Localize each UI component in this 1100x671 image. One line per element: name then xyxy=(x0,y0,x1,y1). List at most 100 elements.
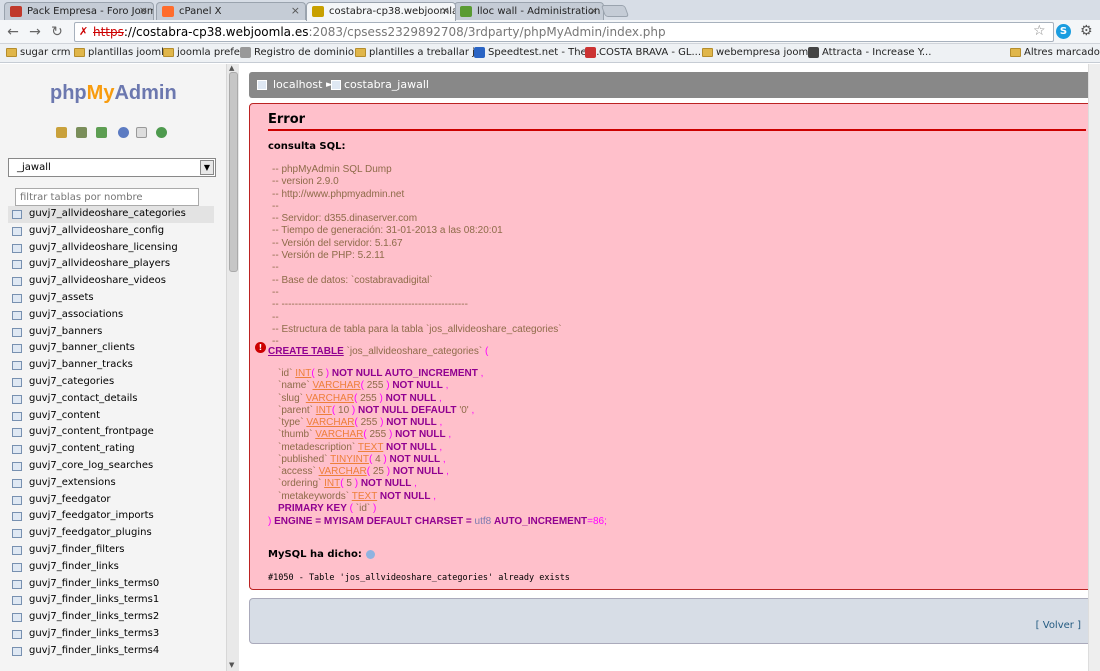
close-icon[interactable]: × xyxy=(139,4,148,17)
table-list-item[interactable]: guvj7_allvideoshare_players xyxy=(8,256,214,273)
back-link[interactable]: Volver xyxy=(1043,620,1074,631)
table-icon[interactable] xyxy=(12,579,22,589)
table-icon[interactable] xyxy=(12,327,22,337)
table-list-item[interactable]: guvj7_feedgator xyxy=(8,492,214,509)
browser-tab[interactable]: lloc wall - Administration × xyxy=(454,2,604,20)
table-list-item[interactable]: guvj7_content xyxy=(8,408,214,425)
table-icon[interactable] xyxy=(12,495,22,505)
table-icon[interactable] xyxy=(12,226,22,236)
bookmark-item[interactable]: COSTA BRAVA - GL... xyxy=(585,47,701,58)
scroll-down-icon[interactable]: ▼ xyxy=(229,661,234,669)
table-list-item[interactable]: guvj7_allvideoshare_categories xyxy=(8,206,214,223)
table-icon[interactable] xyxy=(12,411,22,421)
bookmark-item[interactable]: Registro de dominio... xyxy=(240,47,363,58)
table-icon[interactable] xyxy=(12,344,22,354)
exit-icon[interactable] xyxy=(76,127,87,138)
column-type-link[interactable]: VARCHAR xyxy=(312,380,360,391)
bookmark-item[interactable]: plantillas joomla xyxy=(74,47,170,58)
column-type-link[interactable]: TEXT xyxy=(352,491,377,502)
table-list-item[interactable]: guvj7_allvideoshare_licensing xyxy=(8,240,214,257)
table-list-item[interactable]: guvj7_content_rating xyxy=(8,441,214,458)
table-icon[interactable] xyxy=(12,260,22,270)
table-icon[interactable] xyxy=(12,445,22,455)
table-icon[interactable] xyxy=(12,545,22,555)
bookmark-star-icon[interactable]: ☆ xyxy=(1033,23,1046,39)
column-type-link[interactable]: TEXT xyxy=(358,442,383,453)
help-icon[interactable] xyxy=(118,127,129,138)
forward-arrow-icon[interactable]: → xyxy=(26,23,44,41)
breadcrumb-database[interactable]: costabra_jawall xyxy=(344,72,429,98)
bookmark-item[interactable]: Speedtest.net - The ... xyxy=(474,47,599,58)
table-icon[interactable] xyxy=(12,394,22,404)
column-type-link[interactable]: TINYINT xyxy=(330,454,369,465)
table-icon[interactable] xyxy=(12,562,22,572)
create-table-link[interactable]: CREATE TABLE xyxy=(268,346,344,357)
breadcrumb-server[interactable]: localhost xyxy=(273,72,322,98)
table-icon[interactable] xyxy=(12,613,22,623)
table-icon[interactable] xyxy=(12,377,22,387)
table-icon[interactable] xyxy=(12,277,22,287)
table-icon[interactable] xyxy=(12,243,22,253)
table-list-item[interactable]: guvj7_finder_links_terms4 xyxy=(8,643,214,660)
new-tab-button[interactable] xyxy=(600,5,630,17)
table-list-item[interactable]: guvj7_banner_tracks xyxy=(8,357,214,374)
browser-tab[interactable]: cPanel X × xyxy=(156,2,306,20)
table-list-item[interactable]: guvj7_allvideoshare_videos xyxy=(8,273,214,290)
table-icon[interactable] xyxy=(12,629,22,639)
documentation-icon[interactable] xyxy=(365,549,375,559)
table-icon[interactable] xyxy=(12,461,22,471)
back-arrow-icon[interactable]: ← xyxy=(4,23,22,41)
table-icon[interactable] xyxy=(12,646,22,656)
bookmark-item[interactable]: joomla prefer xyxy=(163,47,244,58)
table-list-item[interactable]: guvj7_feedgator_plugins xyxy=(8,525,214,542)
column-type-link[interactable]: VARCHAR xyxy=(306,393,354,404)
close-icon[interactable]: × xyxy=(589,4,598,17)
table-list-item[interactable]: guvj7_finder_links_terms3 xyxy=(8,626,214,643)
chevron-down-icon[interactable]: ▼ xyxy=(200,160,214,175)
table-icon[interactable] xyxy=(12,512,22,522)
phpmyadmin-logo[interactable]: phpMyAdmin xyxy=(50,82,177,105)
table-list-item[interactable]: guvj7_contact_details xyxy=(8,391,214,408)
table-list-item[interactable]: guvj7_extensions xyxy=(8,475,214,492)
browser-tab[interactable]: Pack Empresa - Foro Joom × xyxy=(4,2,154,20)
table-list-item[interactable]: guvj7_finder_links xyxy=(8,559,214,576)
column-type-link[interactable]: INT xyxy=(295,368,311,379)
column-type-link[interactable]: INT xyxy=(324,478,340,489)
column-type-link[interactable]: INT xyxy=(316,405,332,416)
table-filter-input[interactable] xyxy=(15,188,199,206)
browser-tab[interactable]: costabra-cp38.webjoomla × xyxy=(306,2,456,21)
table-icon[interactable] xyxy=(12,428,22,438)
reload-icon[interactable]: ↻ xyxy=(48,23,66,41)
skype-icon[interactable]: S xyxy=(1056,24,1071,39)
database-select[interactable]: _jawall ▼ xyxy=(8,158,216,177)
sql-query-icon[interactable] xyxy=(96,127,107,138)
table-icon[interactable] xyxy=(12,478,22,488)
table-icon[interactable] xyxy=(12,293,22,303)
column-type-link[interactable]: VARCHAR xyxy=(319,466,367,477)
wrench-icon[interactable]: ⚙ xyxy=(1080,23,1093,39)
table-list-item[interactable]: guvj7_categories xyxy=(8,374,214,391)
bookmark-item[interactable]: plantilles a treballar j... xyxy=(355,47,484,58)
table-icon[interactable] xyxy=(12,596,22,606)
right-scrollbar[interactable] xyxy=(1088,64,1100,671)
table-list-item[interactable]: guvj7_assets xyxy=(8,290,214,307)
table-list-item[interactable]: guvj7_associations xyxy=(8,307,214,324)
close-icon[interactable]: × xyxy=(441,4,450,17)
address-bar[interactable]: ✗ https://costabra-cp38.webjoomla.es:2083… xyxy=(74,22,1054,42)
scroll-thumb[interactable] xyxy=(229,72,238,272)
scroll-up-icon[interactable]: ▲ xyxy=(229,64,234,72)
column-type-link[interactable]: VARCHAR xyxy=(306,417,354,428)
table-icon[interactable] xyxy=(12,529,22,539)
table-list-item[interactable]: guvj7_content_frontpage xyxy=(8,424,214,441)
bookmark-item[interactable]: sugar crm xyxy=(6,47,71,58)
table-list-item[interactable]: guvj7_finder_links_terms0 xyxy=(8,576,214,593)
close-icon[interactable]: × xyxy=(291,4,300,17)
table-list-item[interactable]: guvj7_finder_filters xyxy=(8,542,214,559)
table-icon[interactable] xyxy=(12,310,22,320)
bookmark-item[interactable]: Attracta - Increase Y... xyxy=(808,47,931,58)
left-scrollbar[interactable]: ▲ ▼ xyxy=(226,64,239,671)
table-icon[interactable] xyxy=(12,361,22,371)
bookmark-item[interactable]: webempresa joomla xyxy=(702,47,817,58)
table-list-item[interactable]: guvj7_allvideoshare_config xyxy=(8,223,214,240)
docs-icon[interactable] xyxy=(136,127,147,138)
